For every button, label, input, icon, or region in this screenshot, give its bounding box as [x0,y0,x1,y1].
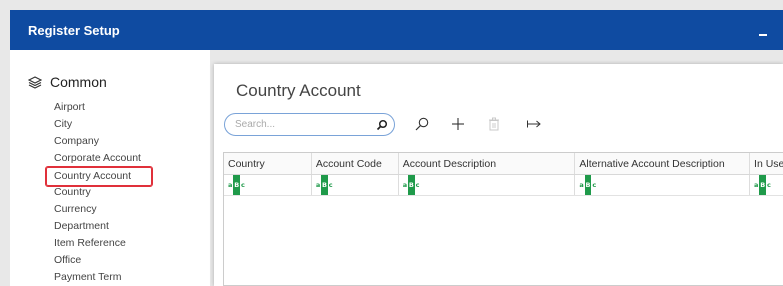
page-title: Country Account [236,81,361,100]
column-header-account-code[interactable]: Account Code [312,153,399,174]
main-panel: Country Account Search... Country Accoun… [214,64,783,286]
sidebar-item-corporate-account[interactable]: Corporate Account [54,150,160,167]
column-header-in-use[interactable]: In Use [750,153,783,174]
sidebar-item-country[interactable]: Country [54,184,160,201]
abc-filter-icon[interactable]: aBc [579,175,596,195]
sidebar-section-header[interactable]: Common [28,74,107,90]
search-box[interactable] [224,113,395,136]
arrow-right-icon [527,120,541,128]
trash-icon [489,117,499,131]
delete-button[interactable] [484,114,504,134]
abc-filter-icon[interactable]: aBc [316,175,333,195]
abc-filter-icon[interactable]: aBc [228,175,245,195]
column-header-account-description[interactable]: Account Description [399,153,576,174]
export-button[interactable] [524,114,544,134]
column-header-alternative-account-description[interactable]: Alternative Account Description [575,153,751,174]
search-button[interactable] [412,114,432,134]
sidebar-list: Airport City Company Corporate Account C… [45,99,160,286]
column-header-country[interactable]: Country [224,153,312,174]
abc-filter-icon[interactable]: aBc [403,175,419,195]
plus-icon [452,118,464,130]
sidebar-item-office[interactable]: Office [54,252,160,269]
search-input[interactable] [235,117,375,132]
grid-filter-row: aBc aBc aBc aBc aBc [224,175,783,196]
filter-cell-account-description[interactable]: aBc [399,175,576,195]
window-title: Register Setup [28,23,120,38]
search-icon [415,117,429,131]
search-icon[interactable] [376,118,388,136]
abc-filter-icon[interactable]: aBc [754,175,771,195]
add-button[interactable] [448,114,468,134]
grid-header-row: Country Account Code Account Description… [224,153,783,175]
sidebar-item-company[interactable]: Company [54,133,160,150]
filter-cell-alternative-account-description[interactable]: aBc [575,175,751,195]
sidebar-item-country-account[interactable]: Country Account [45,166,153,187]
sidebar-item-payment-term[interactable]: Payment Term [54,269,160,286]
sidebar-item-airport[interactable]: Airport [54,99,160,116]
filter-cell-country[interactable]: aBc [224,175,312,195]
sidebar: Common Airport City Company Corporate Ac… [10,50,210,286]
layers-icon [28,75,42,89]
sidebar-section-title: Common [50,74,107,90]
sidebar-item-currency[interactable]: Currency [54,201,160,218]
sidebar-item-department[interactable]: Department [54,218,160,235]
window-titlebar: Register Setup [10,10,783,50]
minimize-icon[interactable] [759,34,767,36]
sidebar-item-city[interactable]: City [54,116,160,133]
filter-cell-in-use[interactable]: aBc [750,175,783,195]
data-grid: Country Account Code Account Description… [223,152,783,286]
filter-cell-account-code[interactable]: aBc [312,175,399,195]
sidebar-item-item-reference[interactable]: Item Reference [54,235,160,252]
